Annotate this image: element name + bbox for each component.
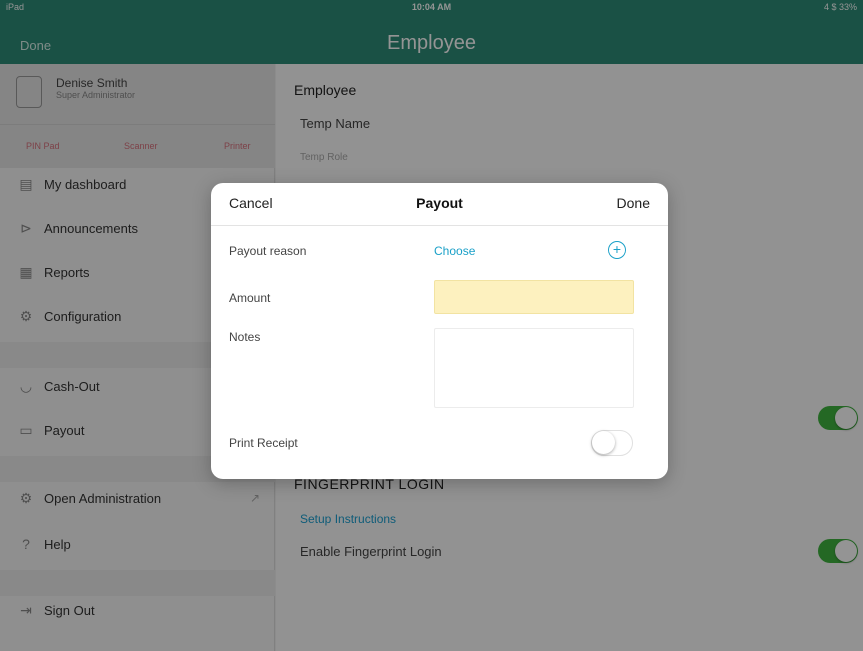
print-receipt-toggle[interactable] (591, 430, 633, 456)
done-button[interactable]: Done (617, 195, 650, 211)
notes-textarea[interactable] (434, 328, 634, 408)
amount-input[interactable] (434, 280, 634, 314)
add-reason-icon[interactable]: + (608, 241, 626, 259)
dialog-divider (211, 225, 668, 226)
cancel-button[interactable]: Cancel (229, 195, 273, 211)
payout-reason-choose[interactable]: Choose (434, 244, 475, 258)
payout-reason-label: Payout reason (229, 244, 307, 258)
notes-label: Notes (229, 330, 261, 344)
dialog-title: Payout (416, 195, 463, 211)
amount-label: Amount (229, 291, 271, 305)
payout-dialog: Payout Cancel Done Payout reason Choose … (211, 183, 668, 479)
print-receipt-label: Print Receipt (229, 436, 298, 450)
